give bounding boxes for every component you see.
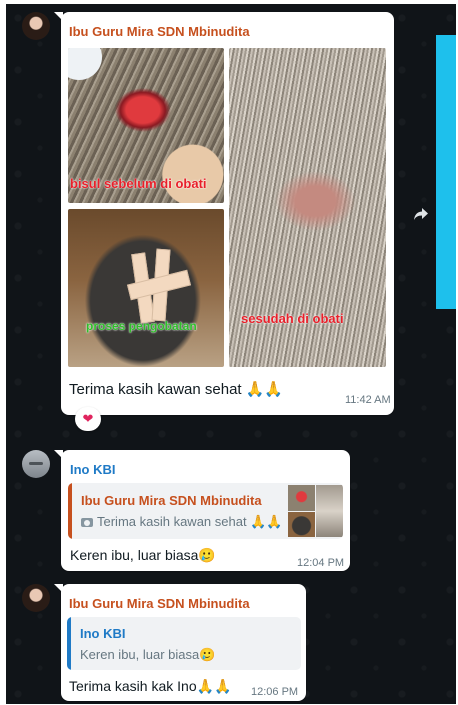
message-time: 12:06 PM [251, 686, 299, 698]
thumb-process [288, 512, 315, 537]
photo-treatment-process[interactable]: proses pengobatan [68, 209, 224, 367]
message-time: 11:42 AM [345, 394, 391, 406]
camera-icon [81, 518, 93, 527]
photo-caption-before: bisul sebelum di obati [70, 176, 207, 191]
avatar[interactable] [22, 584, 50, 612]
quote-accent-bar [68, 483, 72, 539]
avatar[interactable] [22, 450, 50, 478]
message-bubble[interactable]: Ibu Guru Mira SDN Mbinudita Ino KBI Kere… [54, 584, 306, 701]
photo-boil-before[interactable]: bisul sebelum di obati [68, 48, 224, 203]
thumb-after [316, 485, 343, 537]
forward-icon[interactable] [409, 202, 433, 226]
photo-after-treatment[interactable]: sesudah di obati [229, 48, 386, 367]
avatar[interactable] [22, 12, 50, 40]
quoted-text: Terima kasih kawan sehat 🙏🙏 [97, 514, 283, 529]
message-time: 12:04 PM [297, 557, 345, 569]
message-text: Terima kasih kawan sehat 🙏🙏 [69, 381, 284, 398]
message-text: Terima kasih kak Ino🙏🙏 [69, 678, 232, 694]
photo-caption-process: proses pengobatan [86, 319, 197, 333]
message-bubble[interactable]: Ino KBI Ibu Guru Mira SDN Mbinudita Teri… [54, 450, 350, 571]
quoted-message[interactable]: Ino KBI Keren ibu, luar biasa🥲 [67, 617, 301, 670]
side-panel-edge [436, 35, 456, 309]
message-bubble[interactable]: Ibu Guru Mira SDN Mbinudita bisul sebelu… [54, 12, 394, 415]
sender-name[interactable]: Ibu Guru Mira SDN Mbinudita [69, 596, 250, 611]
quoted-text: Keren ibu, luar biasa🥲 [80, 647, 216, 662]
chat-area: Ibu Guru Mira SDN Mbinudita bisul sebelu… [6, 4, 456, 704]
sender-name[interactable]: Ino KBI [70, 462, 116, 477]
thumb-boil [288, 485, 315, 511]
quoted-sender: Ino KBI [80, 626, 126, 641]
sender-name[interactable]: Ibu Guru Mira SDN Mbinudita [69, 24, 250, 39]
quoted-message[interactable]: Ibu Guru Mira SDN Mbinudita Terima kasih… [68, 483, 343, 539]
quoted-sender: Ibu Guru Mira SDN Mbinudita [81, 493, 262, 508]
message-text: Keren ibu, luar biasa🥲 [70, 547, 216, 563]
quoted-photo-thumbnail [288, 485, 343, 537]
quote-accent-bar [67, 617, 71, 670]
heart-reaction[interactable]: ❤ [75, 407, 101, 431]
photo-caption-after: sesudah di obati [241, 311, 344, 326]
